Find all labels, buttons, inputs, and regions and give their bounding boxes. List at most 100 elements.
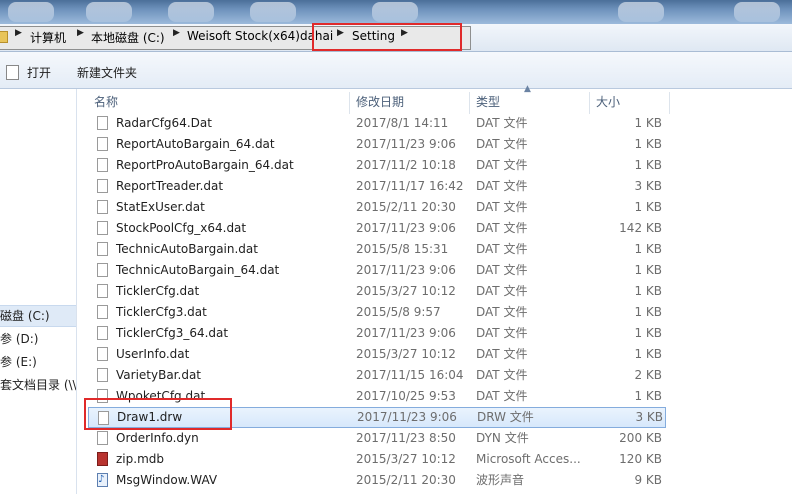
taskbar-thumbnail <box>250 2 296 22</box>
file-size: 1 KB <box>634 347 662 361</box>
breadcrumb-separator-icon[interactable]: ▶ <box>15 28 22 38</box>
file-type: DRW 文件 <box>477 410 534 424</box>
file-size: 1 KB <box>634 242 662 256</box>
nav-item-drive-e[interactable]: 参 (E:) <box>0 352 76 372</box>
file-name: OrderInfo.dyn <box>116 431 199 445</box>
file-size: 1 KB <box>634 200 662 214</box>
audio-file-icon <box>97 469 108 490</box>
file-row[interactable]: ReportAutoBargain_64.dat 2017/11/23 9:06 D… <box>88 134 666 155</box>
file-size: 9 KB <box>634 473 662 487</box>
file-icon <box>97 284 108 298</box>
file-row[interactable]: StatExUser.dat 2015/2/11 20:30 DAT 文件 1 KB <box>88 197 666 218</box>
file-size: 1 KB <box>634 284 662 298</box>
file-size: 120 KB <box>619 452 662 466</box>
breadcrumb-separator-icon[interactable]: ▶ <box>77 28 84 38</box>
nav-item-drive-c[interactable]: 磁盘 (C:) <box>0 305 76 327</box>
file-type: DAT 文件 <box>476 242 528 256</box>
open-button[interactable]: 打开 <box>6 64 51 81</box>
file-icon <box>97 347 108 361</box>
file-size: 2 KB <box>634 368 662 382</box>
file-type: Microsoft Acces... <box>476 452 581 466</box>
file-name: TechnicAutoBargain.dat <box>116 242 258 256</box>
taskbar-thumbnail <box>372 2 418 22</box>
column-header-type[interactable]: 类型 <box>470 92 590 114</box>
nav-item-drive-d[interactable]: 参 (D:) <box>0 329 76 349</box>
file-row[interactable]: TicklerCfg3_64.dat 2017/11/23 9:06 DAT 文件 1… <box>88 323 666 344</box>
file-row[interactable]: ReportTreader.dat 2017/11/17 16:42 DAT 文件 3… <box>88 176 666 197</box>
file-row[interactable]: RadarCfg64.Dat 2017/8/1 14:11 DAT 文件 1 KB <box>88 113 666 134</box>
file-modified: 2015/5/8 15:31 <box>356 242 449 256</box>
file-size: 3 KB <box>635 410 663 424</box>
command-toolbar: 打开 新建文件夹 <box>0 52 792 89</box>
file-type: DAT 文件 <box>476 326 528 340</box>
file-type: DAT 文件 <box>476 284 528 298</box>
new-folder-button[interactable]: 新建文件夹 <box>77 64 137 81</box>
breadcrumb-separator-icon[interactable]: ▶ <box>173 28 180 38</box>
nav-item-network-share[interactable]: 套文档目录 (\\1 <box>0 375 76 395</box>
file-modified: 2017/11/17 16:42 <box>356 179 464 193</box>
file-modified: 2015/2/11 20:30 <box>356 473 456 487</box>
file-icon <box>97 179 108 193</box>
taskbar-thumbnail <box>168 2 214 22</box>
file-size: 1 KB <box>634 137 662 151</box>
new-folder-label: 新建文件夹 <box>77 66 138 80</box>
taskbar-thumbnail <box>618 2 664 22</box>
file-type: DAT 文件 <box>476 158 528 172</box>
window-title-strip <box>0 0 792 24</box>
file-type: 波形声音 <box>476 473 525 487</box>
file-row[interactable]: TechnicAutoBargain_64.dat 2017/11/23 9:06… <box>88 260 666 281</box>
navigation-pane: 磁盘 (C:) 参 (D:) 参 (E:) 套文档目录 (\\1 <box>0 89 77 494</box>
file-type: DAT 文件 <box>476 305 528 319</box>
highlight-box-address <box>312 23 462 51</box>
folder-icon <box>0 31 8 43</box>
file-type: DAT 文件 <box>476 116 528 130</box>
file-name: UserInfo.dat <box>116 347 190 361</box>
file-type: DAT 文件 <box>476 389 528 403</box>
sort-ascending-icon: ▲ <box>524 84 531 94</box>
file-name: StockPoolCfg_x64.dat <box>116 221 247 235</box>
breadcrumb-computer[interactable]: 计算机 <box>30 29 66 46</box>
file-modified: 2017/8/1 14:11 <box>356 116 449 130</box>
file-icon <box>97 368 108 382</box>
file-modified: 2015/3/27 10:12 <box>356 284 456 298</box>
file-row[interactable]: UserInfo.dat 2015/3/27 10:12 DAT 文件 1 KB <box>88 344 666 365</box>
file-row[interactable]: zip.mdb 2015/3/27 10:12 Microsoft Acces...… <box>88 449 666 470</box>
file-icon <box>97 137 108 151</box>
file-modified: 2017/10/25 9:53 <box>356 389 456 403</box>
taskbar-thumbnail <box>8 2 54 22</box>
file-name: VarietyBar.dat <box>116 368 201 382</box>
file-row[interactable]: VarietyBar.dat 2017/11/15 16:04 DAT 文件 2 KB <box>88 365 666 386</box>
taskbar-thumbnail <box>734 2 780 22</box>
file-type: DAT 文件 <box>476 263 528 277</box>
file-icon <box>97 221 108 235</box>
file-row[interactable]: ReportProAutoBargain_64.dat 2017/11/2 10:… <box>88 155 666 176</box>
file-modified: 2017/11/23 9:06 <box>357 410 457 424</box>
file-name: TicklerCfg3_64.dat <box>116 326 229 340</box>
file-modified: 2017/11/23 8:50 <box>356 431 456 445</box>
file-row[interactable]: TicklerCfg.dat 2015/3/27 10:12 DAT 文件 1 KB <box>88 281 666 302</box>
file-size: 1 KB <box>634 326 662 340</box>
file-size: 1 KB <box>634 263 662 277</box>
file-row[interactable]: StockPoolCfg_x64.dat 2017/11/23 9:06 DAT 文… <box>88 218 666 239</box>
file-size: 1 KB <box>634 158 662 172</box>
file-type: DAT 文件 <box>476 347 528 361</box>
column-header-name[interactable]: 名称 <box>88 92 350 114</box>
breadcrumb-local-disk[interactable]: 本地磁盘 (C:) <box>91 29 165 46</box>
file-modified: 2017/11/15 16:04 <box>356 368 464 382</box>
file-modified: 2017/11/23 9:06 <box>356 221 456 235</box>
file-row[interactable]: MsgWindow.WAV 2015/2/11 20:30 波形声音 9 KB <box>88 469 666 491</box>
file-size: 142 KB <box>619 221 662 235</box>
file-name: ReportProAutoBargain_64.dat <box>116 158 294 172</box>
highlight-box-file <box>84 398 232 430</box>
file-name: StatExUser.dat <box>116 200 205 214</box>
column-header-modified[interactable]: 修改日期 <box>350 92 470 114</box>
file-size: 200 KB <box>619 431 662 445</box>
file-row[interactable]: OrderInfo.dyn 2017/11/23 8:50 DYN 文件 200 KB <box>88 428 666 449</box>
file-row[interactable]: TechnicAutoBargain.dat 2015/5/8 15:31 DAT … <box>88 239 666 260</box>
file-row[interactable]: TicklerCfg3.dat 2015/5/8 9:57 DAT 文件 1 KB <box>88 302 666 323</box>
file-icon <box>97 263 108 277</box>
file-modified: 2015/2/11 20:30 <box>356 200 456 214</box>
file-modified: 2015/3/27 10:12 <box>356 452 456 466</box>
column-header-size[interactable]: 大小 <box>590 92 670 114</box>
file-name: ReportTreader.dat <box>116 179 224 193</box>
